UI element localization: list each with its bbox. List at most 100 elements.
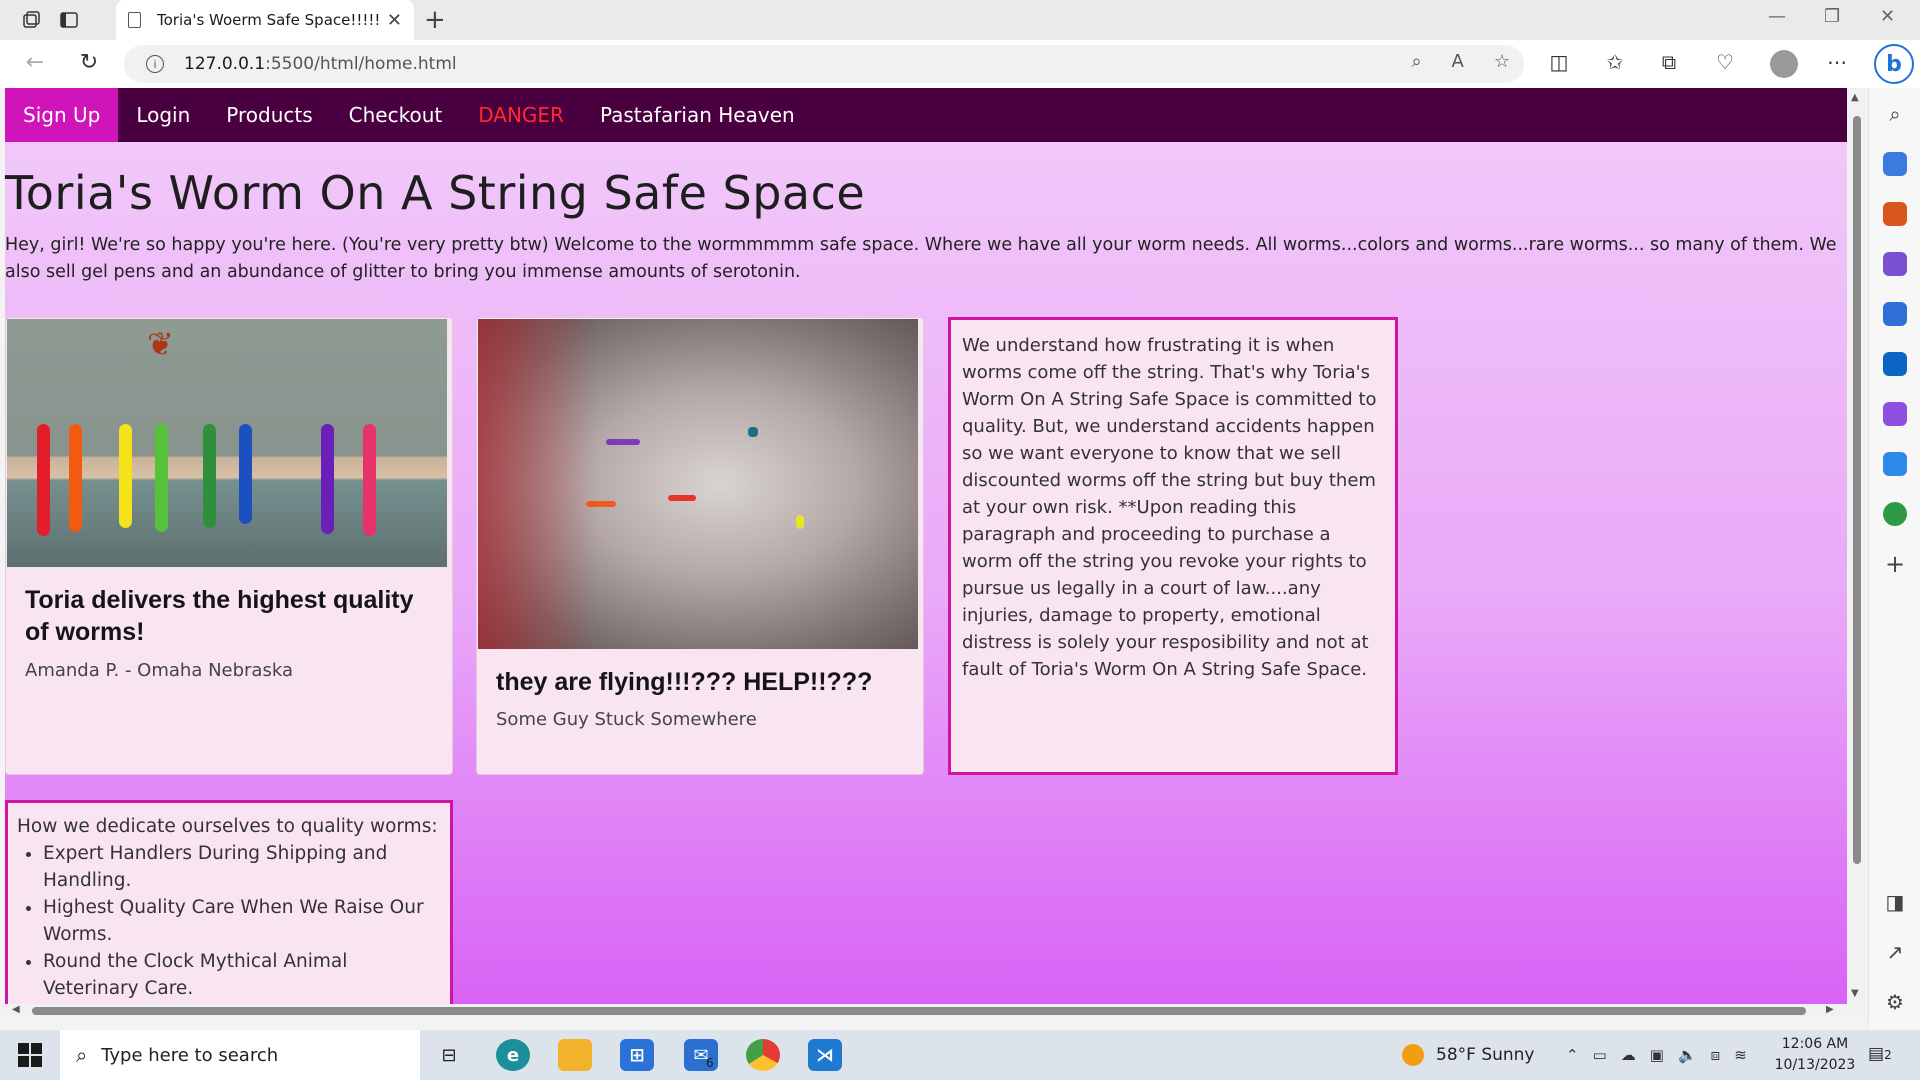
- browser-tab-bar: Toria's Woerm Safe Space!!!!!! :D ✕ + — …: [0, 0, 1920, 40]
- orange-worm: [69, 424, 82, 532]
- shopping-tag-icon[interactable]: [1883, 152, 1907, 176]
- nav-sign-up[interactable]: Sign Up: [5, 88, 119, 142]
- edge-browser-icon[interactable]: e: [496, 1039, 530, 1071]
- show-hidden-icons-icon[interactable]: ⌃: [1566, 1046, 1579, 1064]
- nav-checkout[interactable]: Checkout: [331, 88, 461, 142]
- favorite-star-icon[interactable]: ☆: [1494, 51, 1510, 72]
- site-info-icon[interactable]: i: [146, 55, 164, 73]
- quality-commitment-box: How we dedicate ourselves to quality wor…: [5, 800, 453, 1016]
- clock-time: 12:06 AM: [1781, 1036, 1849, 1052]
- worm-rainbow-photo: ❦: [7, 319, 447, 567]
- bing-chat-icon[interactable]: b: [1874, 44, 1914, 84]
- mail-badge: 6: [706, 1056, 714, 1070]
- split-screen-icon[interactable]: ◫: [1544, 50, 1574, 74]
- taskbar-clock[interactable]: 12:06 AM 10/13/2023: [1774, 1034, 1856, 1076]
- web-page: Sign Up Login Products Checkout DANGER P…: [5, 88, 1847, 1016]
- tools-toolbox-icon[interactable]: [1883, 202, 1907, 226]
- scroll-left-icon[interactable]: ◀: [12, 1004, 20, 1015]
- battery-icon[interactable]: ▭: [1593, 1046, 1607, 1064]
- task-view-icon[interactable]: ⊟: [432, 1039, 466, 1071]
- card-author: Some Guy Stuck Somewhere: [496, 709, 757, 730]
- search-icon[interactable]: ⌕: [1881, 102, 1909, 126]
- flying-worm: [668, 495, 696, 501]
- nav-login[interactable]: Login: [118, 88, 208, 142]
- nav-products[interactable]: Products: [208, 88, 330, 142]
- more-options-icon[interactable]: ⋯: [1822, 50, 1852, 74]
- yellow-worm: [119, 424, 132, 528]
- open-external-icon[interactable]: ↗: [1881, 940, 1909, 964]
- search-icon: ⌕: [76, 1043, 88, 1067]
- browser-tab-active[interactable]: Toria's Woerm Safe Space!!!!!! :D ✕: [116, 0, 414, 40]
- flying-worm: [586, 501, 616, 507]
- minimize-icon[interactable]: —: [1768, 6, 1786, 27]
- collections-icon[interactable]: ⧉: [1654, 50, 1684, 74]
- horizontal-scrollbar[interactable]: ◀ ▶: [0, 1004, 1847, 1016]
- card-author: Amanda P. - Omaha Nebraska: [25, 660, 293, 681]
- microsoft-365-icon[interactable]: [1883, 302, 1907, 326]
- scrollbar-thumb[interactable]: [32, 1007, 1806, 1015]
- weather-widget[interactable]: 58°F Sunny: [1402, 1030, 1535, 1080]
- flying-worm: [748, 427, 758, 437]
- notification-center-icon[interactable]: ▤2: [1868, 1044, 1892, 1064]
- vscode-icon[interactable]: ⋊: [808, 1039, 842, 1071]
- read-aloud-icon[interactable]: A: [1452, 51, 1464, 72]
- microsoft-store-icon[interactable]: ⊞: [620, 1039, 654, 1071]
- scrollbar-thumb[interactable]: [1853, 116, 1861, 864]
- refresh-icon[interactable]: ↻: [74, 50, 104, 75]
- flying-worm: [796, 515, 804, 529]
- card-title: Toria delivers the highest quality of wo…: [25, 586, 414, 646]
- back-icon[interactable]: ←: [20, 50, 50, 75]
- list-item: Expert Handlers During Shipping and Hand…: [43, 840, 440, 894]
- zoom-icon[interactable]: ⌕: [1411, 51, 1421, 72]
- page-viewport: Sign Up Login Products Checkout DANGER P…: [0, 88, 1866, 1016]
- add-sidebar-app-icon[interactable]: +: [1881, 550, 1909, 578]
- address-input[interactable]: i 127.0.0.1:5500/html/home.html ⌕ A ☆: [124, 45, 1524, 83]
- search-placeholder: Type here to search: [101, 1044, 279, 1066]
- purple-worm: [321, 424, 334, 534]
- favorites-icon[interactable]: ✩: [1600, 50, 1630, 74]
- games-icon[interactable]: [1883, 252, 1907, 276]
- scroll-right-icon[interactable]: ▶: [1826, 1004, 1834, 1015]
- designer-icon[interactable]: [1883, 402, 1907, 426]
- windows-start-icon[interactable]: [18, 1043, 42, 1067]
- darkgreen-worm: [203, 424, 216, 528]
- restore-icon[interactable]: ❐: [1824, 6, 1840, 27]
- tree-icon[interactable]: [1883, 502, 1907, 526]
- red-light-overlay: [478, 319, 598, 649]
- edge-sidebar: ⌕ + ◨ ↗ ⚙: [1868, 88, 1920, 1030]
- list-item: Highest Quality Care When We Raise Our W…: [43, 894, 440, 948]
- close-tab-icon[interactable]: ✕: [387, 10, 402, 31]
- chrome-icon[interactable]: [746, 1039, 780, 1071]
- system-tray: ⌃ ▭ ☁ ▣ 🔈 ⧈ ≋: [1566, 1030, 1747, 1080]
- device-icon[interactable]: ▣: [1650, 1046, 1664, 1064]
- file-explorer-icon[interactable]: [558, 1039, 592, 1071]
- profile-avatar[interactable]: [1770, 50, 1798, 78]
- workspaces-icon[interactable]: [18, 8, 44, 32]
- new-tab-icon[interactable]: +: [424, 6, 446, 34]
- nav-danger[interactable]: DANGER: [460, 88, 582, 142]
- tab-actions-icon[interactable]: [56, 8, 82, 32]
- scroll-up-icon[interactable]: ▲: [1851, 92, 1859, 103]
- quality-heading: How we dedicate ourselves to quality wor…: [17, 816, 438, 837]
- browser-essentials-icon[interactable]: ♡: [1710, 50, 1740, 74]
- green-worm: [155, 424, 168, 532]
- onedrive-cloud-icon[interactable]: ☁: [1621, 1046, 1636, 1064]
- taskbar-search[interactable]: ⌕ Type here to search: [60, 1030, 420, 1080]
- close-window-icon[interactable]: ✕: [1880, 6, 1895, 27]
- network-status-icon[interactable]: ⧈: [1711, 1046, 1721, 1064]
- sun-icon: [1402, 1044, 1424, 1066]
- settings-gear-icon[interactable]: ⚙: [1881, 990, 1909, 1014]
- url-path: :5500/html/home.html: [265, 54, 457, 74]
- tab-title: Toria's Woerm Safe Space!!!!!! :D: [157, 11, 379, 29]
- vertical-scrollbar[interactable]: ▲ ▼: [1847, 88, 1866, 1016]
- nav-pastafarian-heaven[interactable]: Pastafarian Heaven: [582, 88, 813, 142]
- hide-sidebar-icon[interactable]: ◨: [1881, 890, 1909, 914]
- outlook-icon[interactable]: [1883, 352, 1907, 376]
- volume-icon[interactable]: 🔈: [1678, 1046, 1697, 1064]
- drop-send-icon[interactable]: [1883, 452, 1907, 476]
- scroll-down-icon[interactable]: ▼: [1851, 988, 1859, 999]
- page-title: Toria's Worm On A String Safe Space: [5, 166, 866, 220]
- flying-worms-photo: [478, 319, 918, 649]
- red-worm: [37, 424, 50, 536]
- wifi-icon[interactable]: ≋: [1734, 1046, 1747, 1064]
